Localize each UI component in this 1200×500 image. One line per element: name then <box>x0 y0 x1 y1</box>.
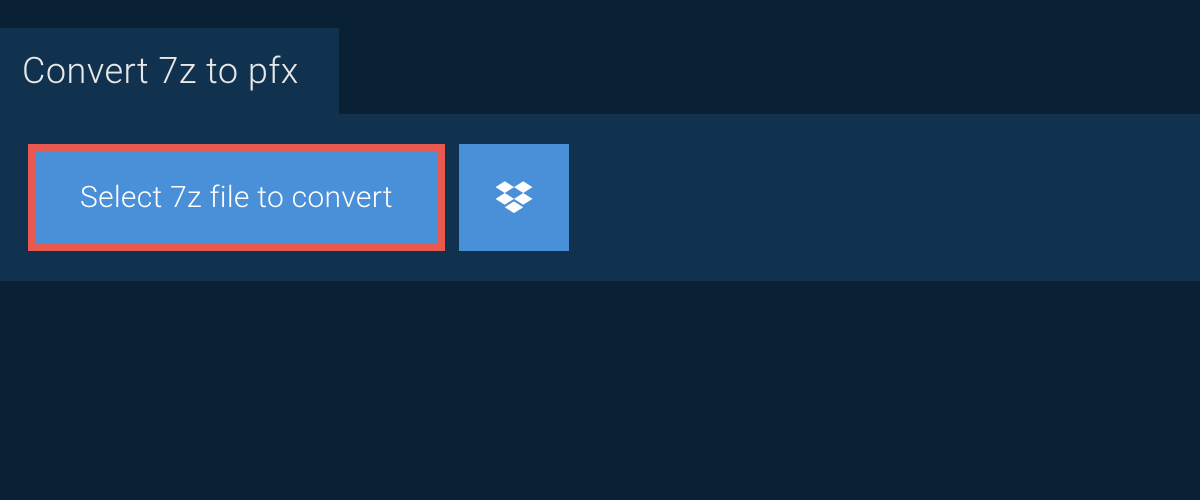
dropbox-button[interactable] <box>459 144 569 251</box>
dropbox-icon <box>493 177 535 219</box>
bottom-area <box>0 281 1200 481</box>
page-title: Convert 7z to pfx <box>22 50 299 92</box>
tab-header: Convert 7z to pfx <box>0 28 339 114</box>
button-row: Select 7z file to convert <box>28 144 1172 251</box>
select-file-label: Select 7z file to convert <box>80 180 393 215</box>
content-panel: Select 7z file to convert <box>0 114 1200 281</box>
select-file-button[interactable]: Select 7z file to convert <box>28 144 445 251</box>
